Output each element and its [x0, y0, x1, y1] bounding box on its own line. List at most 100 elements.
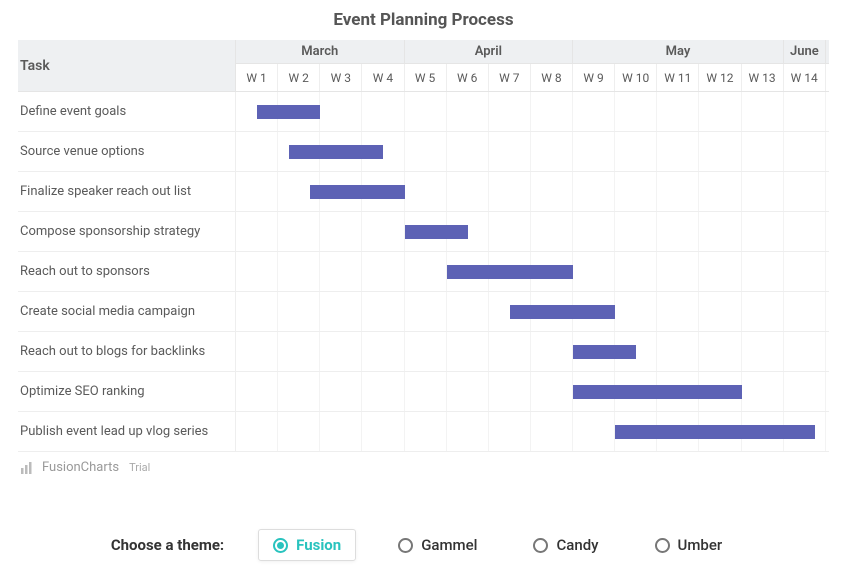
grid-cell	[278, 212, 320, 251]
grid-cell	[447, 412, 489, 451]
grid-cell	[742, 212, 784, 251]
grid-cell	[447, 292, 489, 331]
task-label: Optimize SEO ranking	[20, 384, 145, 399]
grid-cell	[447, 332, 489, 371]
task-header: Task	[18, 40, 236, 92]
grid-cell	[615, 212, 657, 251]
grid-cell	[531, 92, 573, 131]
theme-option-gammel[interactable]: Gammel	[384, 530, 491, 560]
task-label: Reach out to sponsors	[20, 264, 150, 279]
grid-cell	[531, 212, 573, 251]
task-column: Task Define event goalsSource venue opti…	[18, 40, 236, 452]
task-row: Reach out to blogs for backlinks	[18, 332, 236, 372]
grid-cell	[362, 212, 404, 251]
week-header-cell: W 3	[320, 64, 362, 91]
month-header-cell: May	[573, 40, 784, 63]
grid-cell	[615, 92, 657, 131]
gantt-bar[interactable]	[573, 345, 636, 359]
timeline-column: MarchAprilMayJune W 1W 2W 3W 4W 5W 6W 7W…	[236, 40, 829, 452]
task-row: Define event goals	[18, 92, 236, 132]
grid-cell	[320, 412, 362, 451]
week-header-cell: W 14	[784, 64, 826, 91]
grid-cell	[573, 252, 615, 291]
gantt-bar[interactable]	[289, 145, 384, 159]
task-label: Define event goals	[20, 104, 126, 119]
grid-cell	[615, 292, 657, 331]
grid-cell	[573, 132, 615, 171]
week-header-cell: W 4	[362, 64, 404, 91]
bar-row	[236, 372, 829, 412]
grid-cell	[615, 252, 657, 291]
theme-option-label: Fusion	[296, 536, 341, 554]
grid-cell	[784, 252, 826, 291]
grid-cell	[320, 212, 362, 251]
grid-cell	[699, 212, 741, 251]
grid-cell	[405, 92, 447, 131]
grid-cell	[405, 132, 447, 171]
week-header-cell: W 13	[742, 64, 784, 91]
grid-cell	[362, 332, 404, 371]
grid-cell	[489, 412, 531, 451]
chart-credit: FusionCharts Trial	[18, 452, 829, 475]
week-header-cell: W 6	[447, 64, 489, 91]
week-header-cell: W 7	[489, 64, 531, 91]
task-label: Create social media campaign	[20, 304, 195, 319]
task-label: Finalize speaker reach out list	[20, 184, 191, 199]
grid-cell	[784, 292, 826, 331]
grid-cell	[489, 332, 531, 371]
grid-cell	[742, 92, 784, 131]
task-row: Publish event lead up vlog series	[18, 412, 236, 452]
grid-cell	[236, 292, 278, 331]
grid-cell	[236, 372, 278, 411]
grid-cell	[489, 92, 531, 131]
grid-cell	[236, 172, 278, 211]
grid-cell	[405, 332, 447, 371]
credit-suffix: Trial	[129, 461, 150, 474]
grid-cell	[405, 292, 447, 331]
radio-icon	[655, 538, 670, 553]
gantt-bar[interactable]	[573, 385, 742, 399]
gantt-bar[interactable]	[405, 225, 468, 239]
gantt-bar[interactable]	[510, 305, 615, 319]
gantt-bar[interactable]	[310, 185, 405, 199]
bar-row	[236, 132, 829, 172]
grid-cell	[531, 132, 573, 171]
grid-cell	[236, 332, 278, 371]
grid-cell	[405, 372, 447, 411]
grid-cell	[657, 212, 699, 251]
week-header-cell: W 5	[405, 64, 447, 91]
task-row: Optimize SEO ranking	[18, 372, 236, 412]
theme-option-umber[interactable]: Umber	[641, 530, 737, 560]
grid-cell	[278, 252, 320, 291]
week-header-cell: W 11	[657, 64, 699, 91]
bar-row	[236, 92, 829, 132]
gantt-bar[interactable]	[257, 105, 320, 119]
task-label: Publish event lead up vlog series	[20, 424, 208, 439]
grid-cell	[362, 372, 404, 411]
grid-cell	[742, 172, 784, 211]
task-label: Compose sponsorship strategy	[20, 224, 200, 239]
grid-cell	[489, 372, 531, 411]
grid-cell	[784, 172, 826, 211]
grid-cell	[320, 252, 362, 291]
gantt-bar[interactable]	[447, 265, 573, 279]
grid-cell	[742, 252, 784, 291]
grid-cell	[405, 412, 447, 451]
task-row: Compose sponsorship strategy	[18, 212, 236, 252]
chart-title: Event Planning Process	[18, 8, 829, 40]
grid-cell	[362, 412, 404, 451]
grid-cell	[447, 372, 489, 411]
month-header-cell: March	[236, 40, 405, 63]
grid-cell	[784, 212, 826, 251]
grid-cell	[784, 132, 826, 171]
gantt-bar[interactable]	[615, 425, 815, 439]
bar-row	[236, 412, 829, 452]
bar-row	[236, 212, 829, 252]
grid-cell	[699, 332, 741, 371]
theme-option-candy[interactable]: Candy	[519, 530, 612, 560]
grid-cell	[615, 172, 657, 211]
week-header-cell: W 8	[531, 64, 573, 91]
grid-cell	[699, 252, 741, 291]
theme-option-fusion[interactable]: Fusion	[258, 529, 356, 561]
grid-cell	[615, 132, 657, 171]
